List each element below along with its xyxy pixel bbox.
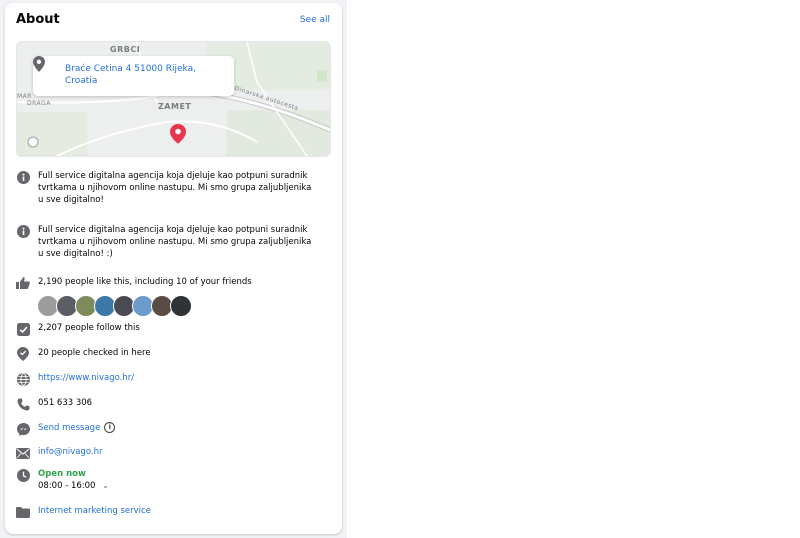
avatar[interactable] [170, 295, 192, 317]
address-text[interactable]: Braće Cetina 4 51000 Rijeka, Croatia [65, 63, 225, 87]
map-label-west2: DRAGA [27, 100, 51, 107]
map-label-west1: MAR [17, 93, 32, 100]
open-status: Open now [38, 469, 86, 479]
category-link[interactable]: Internet marketing service [38, 505, 318, 517]
email-link[interactable]: info@nivago.hr [38, 446, 318, 458]
category-row: Internet marketing service [16, 505, 318, 519]
info-icon [16, 224, 30, 238]
about-title: About [16, 12, 60, 27]
friends-avatars[interactable] [37, 295, 192, 317]
map-label-north: GRBCI [110, 45, 141, 54]
phone-icon [16, 397, 30, 411]
checkins-row: 20 people checked in here [16, 347, 318, 361]
likes-text: 2,190 people like this, including 10 of … [38, 277, 252, 287]
follows-text: 2,207 people follow this [38, 323, 140, 333]
map-label-center: ZAMET [158, 102, 192, 111]
description-row-1: Full service digitalna agencija koja dje… [16, 170, 318, 206]
description-text-1: Full service digitalna agencija koja dje… [38, 171, 312, 205]
likes-row: 2,190 people like this, including 10 of … [16, 276, 318, 290]
check-in-icon [16, 347, 30, 361]
description-text-2: Full service digitalna agencija koja dje… [38, 225, 312, 259]
location-map[interactable]: GRBCI MAR DRAGA ZAMET Dinarska autocesta… [16, 41, 331, 157]
description-row-2: Full service digitalna agencija koja dje… [16, 224, 318, 260]
checkins-text: 20 people checked in here [38, 348, 151, 358]
about-card: About See all GRBCI MAR DRAGA ZAMET Dina… [5, 3, 342, 534]
chevron-down-icon[interactable]: ⌄ [102, 481, 109, 490]
follows-row: 2,207 people follow this [16, 322, 318, 336]
thumbs-up-icon [16, 276, 30, 290]
hours-dropdown[interactable]: 08:00 - 16:00 ⌄ [38, 480, 318, 492]
hours-text[interactable]: 08:00 - 16:00 [38, 481, 95, 491]
info-icon [16, 170, 30, 184]
message-row: Send message i [16, 422, 318, 436]
hours-row: Open now 08:00 - 16:00 ⌄ [16, 468, 318, 492]
info-circle-icon[interactable]: i [104, 422, 116, 433]
envelope-icon [16, 446, 30, 460]
email-row: info@nivago.hr [16, 446, 318, 460]
location-pin-icon [33, 56, 45, 72]
send-message-link[interactable]: Send message [38, 423, 100, 433]
phone-number[interactable]: 051 633 306 [38, 397, 318, 409]
see-all-link[interactable]: See all [300, 15, 330, 25]
folder-icon [16, 505, 30, 519]
website-link[interactable]: https://www.nivago.hr/ [38, 372, 318, 384]
address-card[interactable]: Braće Cetina 4 51000 Rijeka, Croatia [33, 56, 234, 96]
follow-check-icon [16, 322, 30, 336]
website-row: https://www.nivago.hr/ [16, 372, 318, 386]
globe-icon [16, 372, 30, 386]
phone-row: 051 633 306 [16, 397, 318, 411]
clock-icon [16, 468, 30, 482]
messenger-icon [16, 422, 30, 436]
